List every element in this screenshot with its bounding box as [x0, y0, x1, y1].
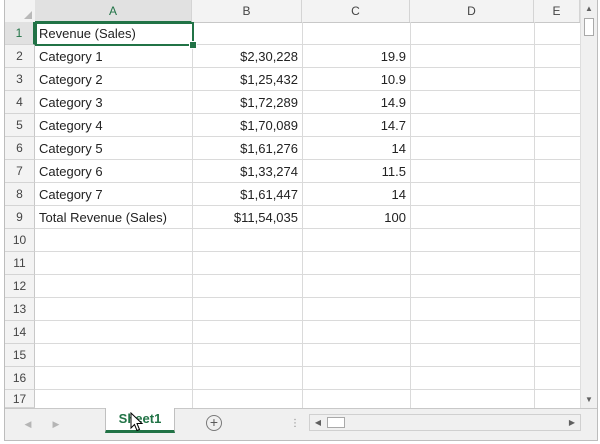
- cell-b3[interactable]: $1,25,432: [192, 68, 302, 91]
- column-header-bar: A B C D E: [5, 0, 580, 23]
- row-header-3[interactable]: 3: [5, 68, 35, 91]
- triangle-left-icon[interactable]: ◀: [21, 417, 35, 431]
- cell-b4[interactable]: $1,72,289: [192, 91, 302, 114]
- cell-a5[interactable]: Category 4: [35, 114, 192, 137]
- cell-a7[interactable]: Category 6: [35, 160, 192, 183]
- cell-a2[interactable]: Category 1: [35, 45, 192, 68]
- fill-handle[interactable]: [189, 41, 197, 49]
- grid-line: [35, 320, 580, 321]
- cell-a3[interactable]: Category 2: [35, 68, 192, 91]
- cell-a8[interactable]: Category 7: [35, 183, 192, 206]
- cell-grid[interactable]: Revenue (Sales) Category 1 $2,30,228 19.…: [35, 22, 580, 408]
- cell-c4[interactable]: 14.9: [302, 91, 410, 114]
- grid-line: [35, 389, 580, 390]
- plus-circle-icon[interactable]: +: [206, 415, 222, 431]
- row-header-13[interactable]: 13: [5, 298, 35, 321]
- column-header-b[interactable]: B: [192, 0, 302, 22]
- column-header-e[interactable]: E: [534, 0, 580, 22]
- grid-line: [35, 297, 580, 298]
- triangle-right-icon[interactable]: ▶: [564, 415, 580, 430]
- select-all-button[interactable]: [5, 0, 36, 22]
- horizontal-scrollbar[interactable]: ◀ ▶: [309, 414, 581, 431]
- active-cell-outline: [35, 22, 194, 46]
- cell-a6[interactable]: Category 5: [35, 137, 192, 160]
- mouse-pointer-icon: [130, 412, 144, 432]
- row-header-9[interactable]: 9: [5, 206, 35, 229]
- column-header-d[interactable]: D: [410, 0, 534, 22]
- row-header-4[interactable]: 4: [5, 91, 35, 114]
- grid-line: [35, 274, 580, 275]
- horizontal-scroll-thumb[interactable]: [327, 417, 345, 428]
- grid-line: [410, 22, 411, 408]
- row-header-14[interactable]: 14: [5, 321, 35, 344]
- cell-b7[interactable]: $1,33,274: [192, 160, 302, 183]
- grid-line: [35, 343, 580, 344]
- triangle-up-icon[interactable]: ▲: [581, 0, 597, 17]
- cell-c9[interactable]: 100: [302, 206, 410, 229]
- grid-line: [35, 366, 580, 367]
- cell-b8[interactable]: $1,61,447: [192, 183, 302, 206]
- grid-line: [534, 22, 535, 408]
- column-header-a[interactable]: A: [35, 0, 192, 23]
- row-header-8[interactable]: 8: [5, 183, 35, 206]
- row-header-15[interactable]: 15: [5, 344, 35, 367]
- cell-c3[interactable]: 10.9: [302, 68, 410, 91]
- select-all-triangle-icon: [24, 11, 32, 19]
- row-header-5[interactable]: 5: [5, 114, 35, 137]
- row-header-17[interactable]: 17: [5, 390, 35, 408]
- column-header-c[interactable]: C: [302, 0, 410, 22]
- triangle-left-icon[interactable]: ◀: [310, 415, 326, 430]
- cell-c6[interactable]: 14: [302, 137, 410, 160]
- cell-b9[interactable]: $11,54,035: [192, 206, 302, 229]
- cell-a4[interactable]: Category 3: [35, 91, 192, 114]
- row-header-11[interactable]: 11: [5, 252, 35, 275]
- triangle-down-icon[interactable]: ▼: [581, 391, 597, 408]
- tab-splitter-handle[interactable]: ⋮: [290, 417, 300, 431]
- sheet-tab-bar: ◀ ▶ Sheet1 + ⋮ ◀ ▶: [5, 408, 597, 440]
- vertical-scrollbar[interactable]: ▲ ▼: [580, 0, 597, 408]
- cell-a9[interactable]: Total Revenue (Sales): [35, 206, 192, 229]
- row-header-6[interactable]: 6: [5, 137, 35, 160]
- cell-c5[interactable]: 14.7: [302, 114, 410, 137]
- row-header-7[interactable]: 7: [5, 160, 35, 183]
- triangle-right-icon[interactable]: ▶: [49, 417, 63, 431]
- cell-b2[interactable]: $2,30,228: [192, 45, 302, 68]
- row-header-10[interactable]: 10: [5, 229, 35, 252]
- row-header-2[interactable]: 2: [5, 45, 35, 68]
- spreadsheet-window: A B C D E 1 2 3 4 5 6 7 8 9 10 11 12 13 …: [4, 0, 598, 441]
- cell-b5[interactable]: $1,70,089: [192, 114, 302, 137]
- row-header-1[interactable]: 1: [5, 22, 35, 45]
- grid-line: [35, 251, 580, 252]
- cell-c7[interactable]: 11.5: [302, 160, 410, 183]
- cell-c2[interactable]: 19.9: [302, 45, 410, 68]
- cell-c8[interactable]: 14: [302, 183, 410, 206]
- vertical-scroll-thumb[interactable]: [584, 18, 594, 36]
- row-header-12[interactable]: 12: [5, 275, 35, 298]
- cell-b6[interactable]: $1,61,276: [192, 137, 302, 160]
- row-header-16[interactable]: 16: [5, 367, 35, 390]
